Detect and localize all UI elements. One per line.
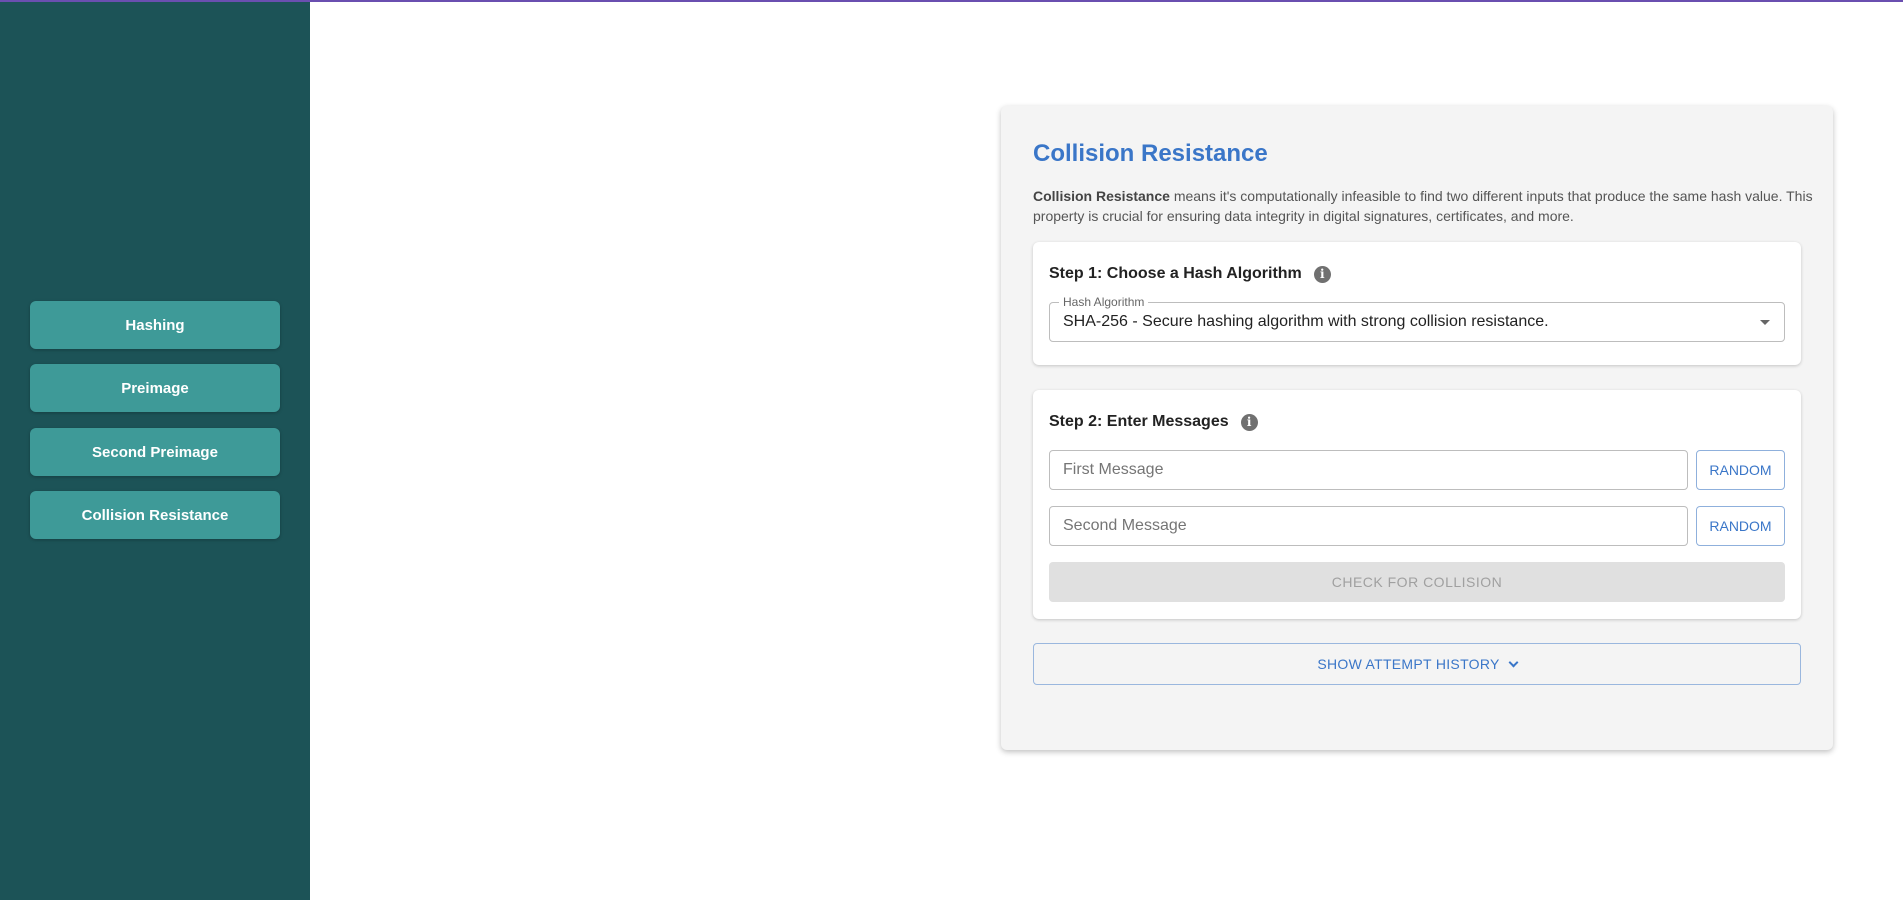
sidebar-item-hashing[interactable]: Hashing — [30, 301, 280, 349]
step2-panel: Step 2: Enter Messages i RANDOM RANDOM C… — [1033, 390, 1801, 619]
check-collision-button[interactable]: CHECK FOR COLLISION — [1049, 562, 1785, 602]
select-value: SHA-256 - Secure hashing algorithm with … — [1063, 313, 1549, 330]
collision-card: Collision Resistance Collision Resistanc… — [1001, 106, 1833, 750]
description: Collision Resistance means it's computat… — [1033, 186, 1813, 226]
show-history-label: SHOW ATTEMPT HISTORY — [1317, 656, 1500, 672]
info-icon[interactable]: i — [1240, 413, 1258, 431]
info-icon[interactable]: i — [1313, 265, 1331, 283]
first-message-input[interactable] — [1049, 450, 1688, 490]
select-label: Hash Algorithm — [1059, 295, 1149, 309]
description-term: Collision Resistance — [1033, 188, 1170, 204]
step1-heading: Step 1: Choose a Hash Algorithm i — [1049, 265, 1331, 283]
top-accent-line — [0, 0, 1903, 2]
main-content: Collision Resistance Collision Resistanc… — [310, 0, 1903, 900]
step2-heading: Step 2: Enter Messages i — [1049, 413, 1258, 431]
step1-title: Step 1: Choose a Hash Algorithm — [1049, 265, 1302, 282]
show-history-button[interactable]: SHOW ATTEMPT HISTORY — [1033, 643, 1801, 685]
chevron-down-icon — [1508, 657, 1519, 667]
page-title: Collision Resistance — [1033, 140, 1268, 167]
sidebar-item-second-preimage[interactable]: Second Preimage — [30, 428, 280, 476]
sidebar: Hashing Preimage Second Preimage Collisi… — [0, 0, 310, 900]
hash-algorithm-select[interactable]: Hash Algorithm SHA-256 - Secure hashing … — [1049, 295, 1785, 342]
step1-panel: Step 1: Choose a Hash Algorithm i Hash A… — [1033, 242, 1801, 365]
random-first-button[interactable]: RANDOM — [1696, 450, 1785, 490]
random-second-button[interactable]: RANDOM — [1696, 506, 1785, 546]
sidebar-item-preimage[interactable]: Preimage — [30, 364, 280, 412]
sidebar-item-collision-resistance[interactable]: Collision Resistance — [30, 491, 280, 539]
step2-title: Step 2: Enter Messages — [1049, 413, 1229, 430]
second-message-input[interactable] — [1049, 506, 1688, 546]
dropdown-arrow-icon — [1760, 320, 1770, 325]
